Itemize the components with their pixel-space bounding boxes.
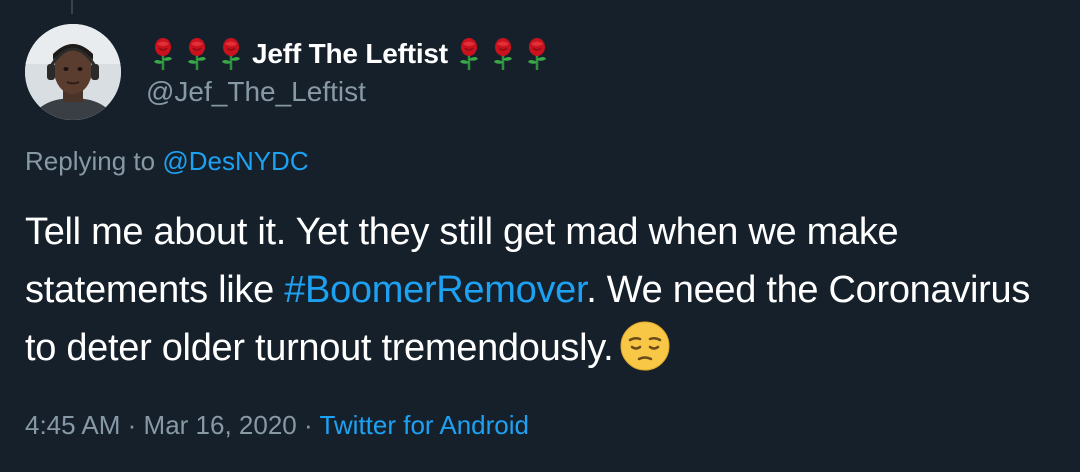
tweet-meta: 4:45 AM · Mar 16, 2020 · Twitter for And… bbox=[25, 410, 529, 441]
tweet-text: Tell me about it. Yet they still get mad… bbox=[25, 203, 1065, 377]
rose-icon bbox=[214, 36, 248, 72]
meta-separator: · bbox=[127, 410, 137, 440]
hashtag-link[interactable]: #BoomerRemover bbox=[284, 269, 586, 311]
thread-connector-line bbox=[71, 0, 73, 14]
tweet-time[interactable]: 4:45 AM bbox=[25, 410, 120, 440]
replying-to-line: Replying to @DesNYDC bbox=[25, 146, 309, 177]
replying-to-label: Replying to bbox=[25, 146, 156, 176]
rose-icon bbox=[452, 36, 486, 72]
author-handle[interactable]: @Jef_The_Leftist bbox=[146, 76, 366, 108]
pensive-face-icon bbox=[619, 320, 671, 372]
rose-icon bbox=[520, 36, 554, 72]
rose-icon bbox=[146, 36, 180, 72]
display-name[interactable]: Jeff The Leftist bbox=[252, 38, 448, 70]
rose-icon bbox=[180, 36, 214, 72]
meta-separator: · bbox=[304, 410, 313, 440]
rose-icon bbox=[486, 36, 520, 72]
author-name-row[interactable]: Jeff The Leftist bbox=[146, 34, 554, 74]
tweet-date[interactable]: Mar 16, 2020 bbox=[144, 410, 297, 440]
tweet-source-link[interactable]: Twitter for Android bbox=[319, 410, 529, 440]
avatar[interactable] bbox=[25, 24, 121, 120]
reply-mention-link[interactable]: @DesNYDC bbox=[162, 146, 308, 176]
tweet-card: Jeff The Leftist @Jef_The_Leftist Replyi… bbox=[0, 0, 1080, 472]
